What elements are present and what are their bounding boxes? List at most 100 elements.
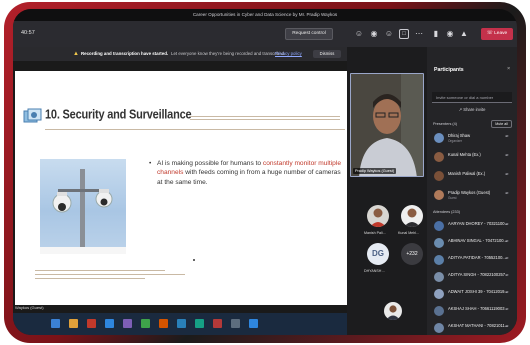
participant-role: Guest (448, 195, 457, 200)
app-icon[interactable] (159, 319, 168, 328)
footer-rule (35, 274, 185, 275)
close-panel-icon[interactable]: × (507, 66, 510, 72)
bullet-text-start: AI is making possible for humans to (157, 160, 263, 167)
chat-icon[interactable]: ◉ (369, 29, 379, 39)
participant-row[interactable]: Dhiraj Shaw Organizer ✒ (432, 131, 514, 145)
participant-avatar (434, 171, 444, 181)
recording-banner: ▲ Recording and transcription have start… (13, 47, 347, 61)
muted-mic-icon: ✒ (505, 290, 510, 296)
surveillance-slide-icon (23, 108, 42, 123)
title-rule (190, 119, 340, 120)
presenters-section-header[interactable]: Presenters (4) (433, 122, 457, 126)
share-screen-icon[interactable]: ▲ (459, 29, 469, 39)
mute-all-button[interactable]: Mute all (491, 120, 512, 128)
mic-icon[interactable]: ◉ (445, 29, 455, 39)
participant-tile-avatar[interactable] (367, 205, 389, 227)
participant-name: Kunal Mehta (Ex.) (448, 152, 481, 157)
participant-row[interactable]: Pradip Waykos (Guest) Guest ✒ (432, 188, 514, 202)
app-icon[interactable] (213, 319, 222, 328)
bullet-dot: • (149, 160, 152, 167)
privacy-policy-link[interactable]: Privacy policy (275, 47, 302, 61)
app-icon[interactable] (177, 319, 186, 328)
muted-mic-icon: ✒ (505, 153, 510, 159)
app-icon[interactable] (195, 319, 204, 328)
participant-row[interactable]: AARYAN DHOREY - 70321100... ✒ (432, 219, 514, 233)
app-icon[interactable] (87, 319, 96, 328)
participant-name: ABHINAV SINGAL - 70472100... (448, 238, 507, 243)
more-participants-button[interactable]: +232 (401, 243, 423, 265)
participants-panel: Participants × Invite someone or dial a … (427, 47, 517, 335)
meeting-toolbar: 40:57 Request control ☺ ◉ ☺ □ ⋯ ▮ ◉ ▲ ☏ … (13, 21, 517, 47)
file-explorer-icon[interactable] (69, 319, 78, 328)
participant-tile-initials[interactable]: DG (367, 243, 389, 265)
camera-icon[interactable]: ▮ (431, 29, 441, 39)
participant-row[interactable]: Kunal Mehta (Ex.) ✒ (432, 150, 514, 164)
leave-button[interactable]: ☏ Leave (481, 28, 513, 40)
participant-avatar (434, 255, 444, 265)
app-icon[interactable] (231, 319, 240, 328)
participant-tile-avatar[interactable] (401, 205, 423, 227)
slide-bullet: • AI is making possible for humans to co… (149, 159, 342, 187)
cctv-camera-image (40, 159, 126, 254)
participant-avatar (434, 272, 444, 282)
warning-icon: ▲ (73, 51, 79, 57)
participant-row[interactable]: AKSHAJ SHAH - 70661119003 ✒ (432, 304, 514, 318)
participant-name: ADITYA SINGH - 70822100257 (448, 272, 506, 277)
participant-row[interactable]: Manish Paliwal (Ex.) ✒ (432, 169, 514, 183)
muted-mic-icon: ✒ (505, 172, 510, 178)
more-options-icon[interactable]: ⋯ (414, 29, 424, 39)
dismiss-button[interactable]: Dismiss (313, 50, 341, 58)
participant-avatar (434, 289, 444, 299)
muted-mic-icon: ✒ (505, 191, 510, 197)
share-invite-label: Share invite (463, 107, 486, 112)
windows-start-icon[interactable] (51, 319, 60, 328)
participant-avatar (434, 323, 444, 333)
speaker-name-label: Pradip Waykos (Guest) (353, 168, 397, 174)
speaker-video[interactable]: Pradip Waykos (Guest) (350, 73, 424, 177)
teams-icon[interactable] (123, 319, 132, 328)
app-icon[interactable] (141, 319, 150, 328)
participant-tile-avatar[interactable] (384, 302, 402, 320)
slide-title: 10. Security and Surveillance (45, 108, 192, 122)
participant-tile-name: Manish Pali... (364, 231, 386, 235)
footer-rule (35, 270, 165, 271)
participant-row[interactable]: ABHINAV SINGAL - 70472100... ✒ (432, 236, 514, 250)
participant-row[interactable]: ADITYA SINGH - 70822100257 ✒ (432, 270, 514, 284)
participant-name: ADWAIT JOSHI 39 - 70412019... (448, 289, 508, 294)
app-icon[interactable] (249, 319, 258, 328)
mouse-pointer (193, 259, 195, 261)
view-icon[interactable]: □ (399, 29, 409, 39)
muted-mic-icon: ✒ (505, 273, 510, 279)
attendees-section-header[interactable]: Attendees (233) (433, 210, 460, 214)
participant-name: ADITYA PATIDAR - 70552100... (448, 255, 506, 260)
participant-row[interactable]: AKSHAT MATHANI - 70821011... ✒ (432, 321, 514, 335)
shared-content-area: 10. Security and Surveillance • AI is ma… (13, 61, 347, 313)
participant-avatar (434, 221, 444, 231)
muted-mic-icon: ✒ (505, 222, 510, 228)
share-invite-button[interactable]: ↗ Share invite (432, 105, 512, 115)
people-icon[interactable]: ☺ (354, 29, 364, 39)
panel-title: Participants (434, 67, 464, 73)
presenter-label: Waykos (Guest) (15, 305, 44, 310)
leave-label: Leave (494, 31, 508, 36)
invite-input[interactable]: Invite someone or dial a number (432, 92, 512, 103)
participant-avatar (434, 238, 444, 248)
muted-mic-icon: ✒ (505, 307, 510, 313)
title-underline (45, 129, 345, 130)
participant-tile-name: Kunal Mehl... (398, 231, 419, 235)
participant-row[interactable]: ADITYA PATIDAR - 70552100... ✒ (432, 253, 514, 267)
browser-icon[interactable] (105, 319, 114, 328)
window-title: Career Opportunities in Cyber and Data S… (13, 9, 517, 21)
participant-row[interactable]: ADWAIT JOSHI 39 - 70412019... ✒ (432, 287, 514, 301)
participant-name: AKSHAJ SHAH - 70661119003 (448, 306, 505, 311)
participant-avatar (434, 152, 444, 162)
banner-bold-text: Recording and transcription have started… (81, 51, 169, 56)
meeting-window: Career Opportunities in Cyber and Data S… (13, 9, 517, 335)
participant-name: Manish Paliwal (Ex.) (448, 171, 486, 176)
muted-mic-icon: ✒ (505, 239, 510, 245)
reactions-icon[interactable]: ☺ (384, 29, 394, 39)
request-control-button[interactable]: Request control (285, 28, 333, 40)
muted-mic-icon: ✒ (505, 256, 510, 262)
footer-rule (35, 278, 145, 279)
banner-text: Let everyone know they're being recorded… (171, 51, 286, 56)
